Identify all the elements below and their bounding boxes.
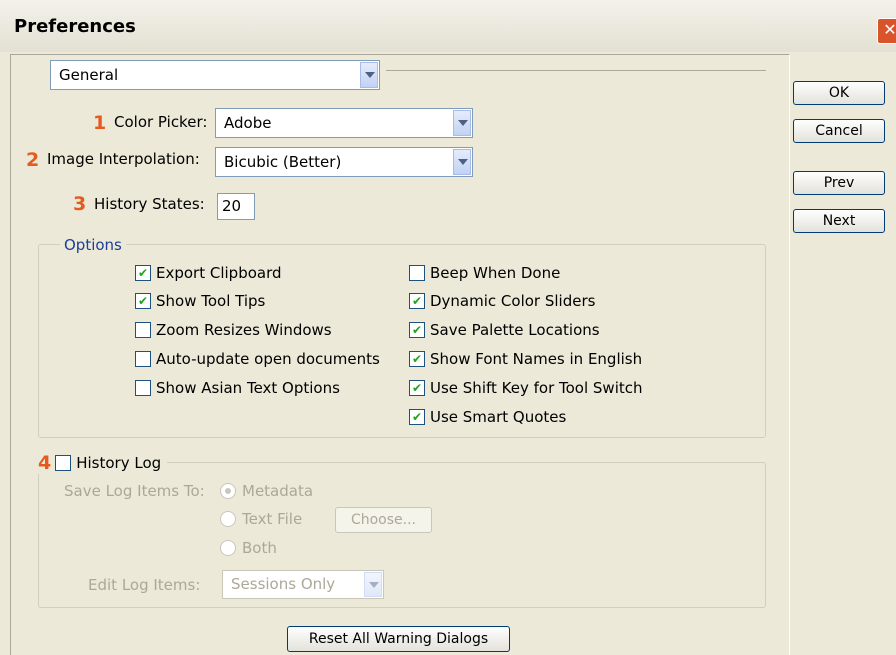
radio-label: Text File [242,510,303,528]
color-picker-label: Color Picker: [114,113,208,131]
radio-label: Both [242,539,277,557]
checkbox-box[interactable]: ✔ [409,380,425,396]
edit-log-items-label: Edit Log Items: [88,576,201,594]
dynamic-color-sliders-checkbox[interactable]: ✔ Dynamic Color Sliders [409,292,595,310]
image-interpolation-select[interactable]: Bicubic (Better) [215,147,473,177]
checkbox-box[interactable]: ✔ [409,293,425,309]
chevron-down-icon[interactable] [364,572,382,597]
checkbox-label: Show Tool Tips [156,292,266,310]
save-palette-locations-checkbox[interactable]: ✔ Save Palette Locations [409,321,600,339]
marker-2: 2 [26,149,40,171]
checkbox-box[interactable] [135,322,151,338]
checkbox-box[interactable] [135,380,151,396]
checkbox-box[interactable]: ✔ [135,293,151,309]
checkbox-label: Beep When Done [430,264,561,282]
close-icon[interactable]: ✕ [877,18,896,44]
reset-warning-dialogs-button[interactable]: Reset All Warning Dialogs [287,626,510,652]
checkbox-label: Export Clipboard [156,264,282,282]
prev-button[interactable]: Prev [793,171,885,195]
options-group-title: Options [60,236,126,254]
chevron-down-icon[interactable] [453,149,471,175]
choose-button[interactable]: Choose... [335,507,432,533]
checkbox-label: Zoom Resizes Windows [156,321,332,339]
ok-button[interactable]: OK [793,81,885,105]
edit-log-items-value: Sessions Only [231,575,336,593]
color-picker-select[interactable]: Adobe [215,108,473,138]
history-states-input[interactable]: 20 [217,193,255,220]
checkbox-label: Save Palette Locations [430,321,600,339]
checkbox-box[interactable]: ✔ [409,322,425,338]
export-clipboard-checkbox[interactable]: ✔ Export Clipboard [135,264,282,282]
chevron-down-icon[interactable] [453,110,471,136]
checkbox-label: Use Shift Key for Tool Switch [430,379,643,397]
section-divider [386,70,766,71]
radio-label: Metadata [242,482,314,500]
marker-1: 1 [93,112,107,134]
checkbox-label: Show Font Names in English [430,350,643,368]
edit-log-items-select[interactable]: Sessions Only [222,570,384,599]
title-bar: Preferences [0,0,896,52]
show-asian-text-options-checkbox[interactable]: Show Asian Text Options [135,379,340,397]
marker-3: 3 [73,193,87,215]
history-log-header: 4 History Log [34,452,168,474]
radio-dot[interactable] [220,511,236,527]
history-states-label: History States: [94,195,205,213]
section-select[interactable]: General [50,60,380,90]
radio-text-file[interactable]: Text File [220,510,302,528]
use-shift-key-checkbox[interactable]: ✔ Use Shift Key for Tool Switch [409,379,643,397]
zoom-resizes-windows-checkbox[interactable]: Zoom Resizes Windows [135,321,332,339]
checkbox-box[interactable] [409,265,425,281]
radio-metadata[interactable]: Metadata [220,482,313,500]
auto-update-documents-checkbox[interactable]: Auto-update open documents [135,350,380,368]
window-title: Preferences [14,16,136,37]
checkbox-box[interactable]: ✔ [135,265,151,281]
show-font-names-english-checkbox[interactable]: ✔ Show Font Names in English [409,350,642,368]
save-log-items-label: Save Log Items To: [64,482,205,500]
radio-both[interactable]: Both [220,539,277,557]
marker-4: 4 [38,452,52,474]
cancel-button[interactable]: Cancel [793,119,885,143]
checkbox-label: Auto-update open documents [156,350,380,368]
image-interpolation-label: Image Interpolation: [47,150,200,168]
chevron-down-icon[interactable] [360,62,378,88]
use-smart-quotes-checkbox[interactable]: ✔ Use Smart Quotes [409,408,566,426]
checkbox-box[interactable]: ✔ [409,409,425,425]
checkbox-label: Use Smart Quotes [430,408,567,426]
history-log-checkbox[interactable] [55,455,72,471]
radio-dot[interactable] [220,540,236,556]
next-button[interactable]: Next [793,209,885,233]
checkbox-box[interactable]: ✔ [409,351,425,367]
beep-when-done-checkbox[interactable]: Beep When Done [409,264,560,282]
checkbox-label: Dynamic Color Sliders [430,292,596,310]
show-tool-tips-checkbox[interactable]: ✔ Show Tool Tips [135,292,265,310]
checkbox-label: Show Asian Text Options [156,379,340,397]
image-interpolation-value: Bicubic (Better) [224,153,342,171]
color-picker-value: Adobe [224,114,272,132]
section-select-value: General [59,66,119,84]
checkbox-box[interactable] [135,351,151,367]
history-log-label: History Log [76,454,162,472]
radio-dot[interactable] [220,483,236,499]
